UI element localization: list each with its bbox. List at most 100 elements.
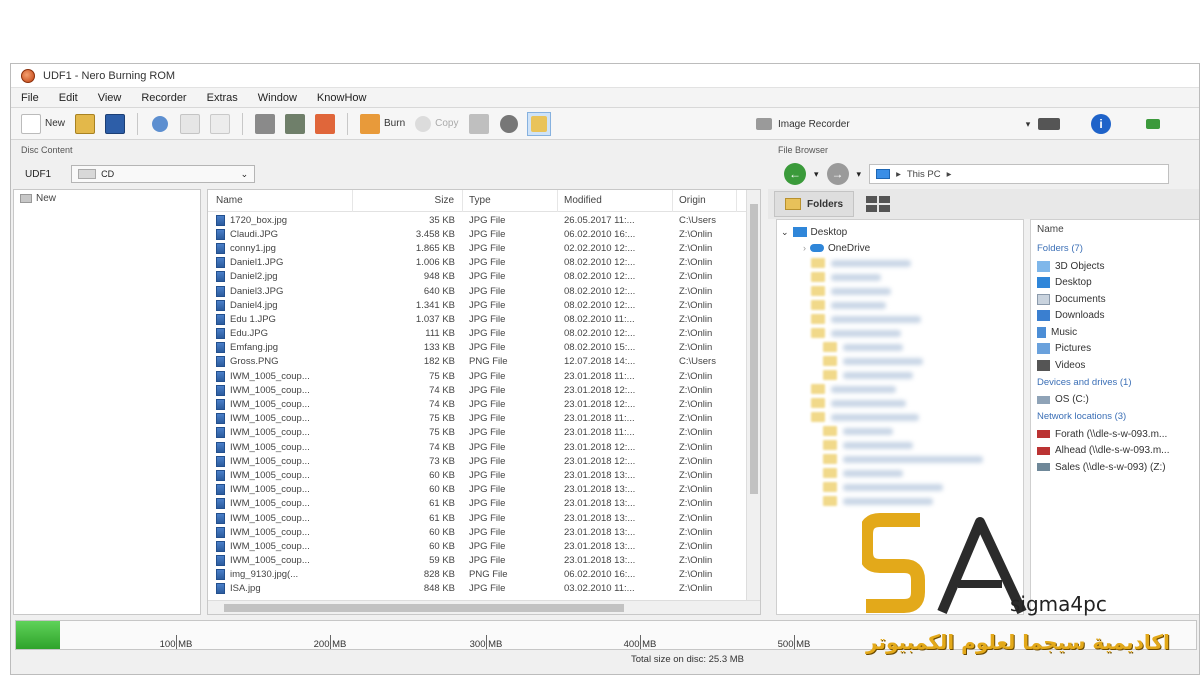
item-network-sales[interactable]: Sales (\\dle-s-w-093) (Z:) (1037, 459, 1194, 476)
item-network-alhead[interactable]: Alhead (\\dle-s-w-093.m... (1037, 443, 1194, 460)
erase-button[interactable] (467, 112, 491, 136)
tree-item-blurred[interactable] (823, 354, 1019, 368)
tree-item-blurred[interactable] (823, 480, 1019, 494)
tree-item-blurred[interactable] (811, 382, 1019, 396)
drive-status-button[interactable] (1036, 112, 1062, 136)
scroll-thumb[interactable] (750, 204, 758, 494)
burn-button[interactable]: Burn (358, 112, 407, 136)
table-row[interactable]: 1720_box.jpg 35 KB JPG File 26.05.2017 11:.… (208, 213, 748, 227)
tree-item-blurred[interactable] (823, 466, 1019, 480)
paste-button[interactable] (208, 112, 232, 136)
table-row[interactable]: conny1.jpg 1.865 KB JPG File 02.02.2010 12:… (208, 241, 748, 255)
table-row[interactable]: IWM_1005_coup... 60 KB JPG File 23.01.2018 … (208, 468, 748, 482)
table-row[interactable]: IWM_1005_coup... 60 KB JPG File 23.01.2018 … (208, 539, 748, 553)
chevron-down-icon[interactable]: ▾ (857, 169, 862, 180)
tree-item-desktop[interactable]: ⌄ Desktop (781, 224, 1019, 240)
menu-edit[interactable]: Edit (59, 92, 78, 104)
tree-item-blurred[interactable] (811, 298, 1019, 312)
tree-item-blurred[interactable] (823, 438, 1019, 452)
eject-button[interactable] (497, 112, 521, 136)
menu-view[interactable]: View (98, 92, 122, 104)
column-size[interactable]: Size (353, 190, 463, 212)
table-row[interactable]: IWM_1005_coup... 74 KB JPG File 23.01.2018 … (208, 440, 748, 454)
file-list-vertical-scrollbar[interactable] (746, 190, 760, 602)
copy-clip-button[interactable] (178, 112, 202, 136)
tree-item-blurred[interactable] (811, 410, 1019, 424)
table-row[interactable]: IWM_1005_coup... 61 KB JPG File 23.01.2018 … (208, 497, 748, 511)
table-row[interactable]: IWM_1005_coup... 59 KB JPG File 23.01.2018 … (208, 554, 748, 568)
table-row[interactable]: img_9130.jpg(... 828 KB PNG File 06.02.2010… (208, 568, 748, 582)
item-pictures[interactable]: Pictures (1037, 341, 1194, 358)
open-button[interactable] (73, 112, 97, 136)
table-row[interactable]: IWM_1005_coup... 60 KB JPG File 23.01.2018 … (208, 525, 748, 539)
new-button[interactable]: New (19, 112, 67, 136)
item-music[interactable]: Music (1037, 324, 1194, 341)
menu-file[interactable]: File (21, 92, 39, 104)
grid-view-icon[interactable] (866, 196, 891, 212)
table-row[interactable]: IWM_1005_coup... 75 KB JPG File 23.01.2018 … (208, 412, 748, 426)
table-row[interactable]: IWM_1005_coup... 61 KB JPG File 23.01.2018 … (208, 511, 748, 525)
tree-item-blurred[interactable] (811, 256, 1019, 270)
item-os-drive[interactable]: OS (C:) (1037, 392, 1194, 409)
file-browser-toggle[interactable] (526, 111, 551, 136)
cut-button[interactable] (148, 112, 172, 136)
disc-type-select[interactable]: CD ⌄ (71, 165, 256, 183)
group-network[interactable]: Network locations (3) (1037, 408, 1194, 426)
item-downloads[interactable]: Downloads (1037, 308, 1194, 325)
column-origin[interactable]: Origin (673, 190, 737, 212)
table-row[interactable]: IWM_1005_coup... 74 KB JPG File 23.01.2018 … (208, 397, 748, 411)
tree-item-blurred[interactable] (823, 340, 1019, 354)
table-row[interactable]: ISA.jpg 848 KB JPG File 03.02.2010 11:... Z:… (208, 582, 748, 596)
menu-knowhow[interactable]: KnowHow (317, 92, 367, 104)
tree-item-blurred[interactable] (811, 270, 1019, 284)
info-button[interactable]: i (1089, 112, 1113, 136)
back-button[interactable]: ← (784, 163, 806, 185)
tree-item-blurred[interactable] (823, 452, 1019, 466)
copy-disc-button[interactable]: Copy (413, 112, 460, 136)
burn-wizard-button[interactable] (313, 112, 337, 136)
disc-info-button[interactable] (253, 112, 277, 136)
table-row[interactable]: Emfang.jpg 133 KB JPG File 08.02.2010 15:..… (208, 341, 748, 355)
tree-item-blurred[interactable] (811, 312, 1019, 326)
recorder-select-button[interactable] (283, 112, 307, 136)
chevron-down-icon[interactable]: ▾ (814, 169, 819, 180)
table-row[interactable]: Daniel3.JPG 640 KB JPG File 08.02.2010 12:.… (208, 284, 748, 298)
group-devices[interactable]: Devices and drives (1) (1037, 374, 1194, 392)
table-row[interactable]: IWM_1005_coup... 74 KB JPG File 23.01.2018 … (208, 383, 748, 397)
tree-item-blurred[interactable] (811, 326, 1019, 340)
group-folders[interactable]: Folders (7) (1037, 240, 1194, 258)
table-row[interactable]: IWM_1005_coup... 73 KB JPG File 23.01.2018 … (208, 454, 748, 468)
table-row[interactable]: Daniel4.jpg 1.341 KB JPG File 08.02.2010 12… (208, 298, 748, 312)
item-network-forath[interactable]: Forath (\\dle-s-w-093.m... (1037, 426, 1194, 443)
tree-item-blurred[interactable] (823, 368, 1019, 382)
file-list-horizontal-scrollbar[interactable] (208, 600, 760, 614)
table-row[interactable]: Gross.PNG 182 KB PNG File 12.07.2018 14:...… (208, 355, 748, 369)
item-3d-objects[interactable]: 3D Objects (1037, 258, 1194, 275)
menu-recorder[interactable]: Recorder (141, 92, 186, 104)
tree-item-onedrive[interactable]: › OneDrive (803, 240, 1019, 256)
table-row[interactable]: IWM_1005_coup... 60 KB JPG File 23.01.2018 … (208, 483, 748, 497)
content-column-name[interactable]: Name (1037, 224, 1194, 240)
save-button[interactable] (103, 112, 127, 136)
tree-root-node[interactable]: New (20, 193, 194, 204)
forward-button[interactable]: → (826, 163, 849, 185)
menu-extras[interactable]: Extras (207, 92, 238, 104)
tab-folders[interactable]: Folders (774, 191, 855, 217)
item-videos[interactable]: Videos (1037, 357, 1194, 374)
scroll-thumb[interactable] (224, 604, 624, 612)
table-row[interactable]: IWM_1005_coup... 75 KB JPG File 23.01.2018 … (208, 369, 748, 383)
tree-item-blurred[interactable] (823, 494, 1019, 508)
table-row[interactable]: Edu 1.JPG 1.037 KB JPG File 08.02.2010 11:.… (208, 312, 748, 326)
disc-tree-pane[interactable]: New (13, 189, 201, 615)
menu-window[interactable]: Window (258, 92, 297, 104)
table-row[interactable]: Claudi.JPG 3.458 KB JPG File 06.02.2010 16:… (208, 227, 748, 241)
column-modified[interactable]: Modified (558, 190, 673, 212)
tree-item-blurred[interactable] (823, 424, 1019, 438)
table-row[interactable]: Daniel2.jpg 948 KB JPG File 08.02.2010 12:.… (208, 270, 748, 284)
tree-item-blurred[interactable] (811, 396, 1019, 410)
item-desktop[interactable]: Desktop (1037, 275, 1194, 292)
nero-more-button[interactable] (1141, 112, 1165, 136)
disc-file-list[interactable]: Name Size Type Modified Origin 1720_box.… (207, 189, 761, 615)
table-row[interactable]: IWM_1005_coup... 75 KB JPG File 23.01.2018 … (208, 426, 748, 440)
recorder-selector[interactable]: Image Recorder (756, 112, 1036, 136)
